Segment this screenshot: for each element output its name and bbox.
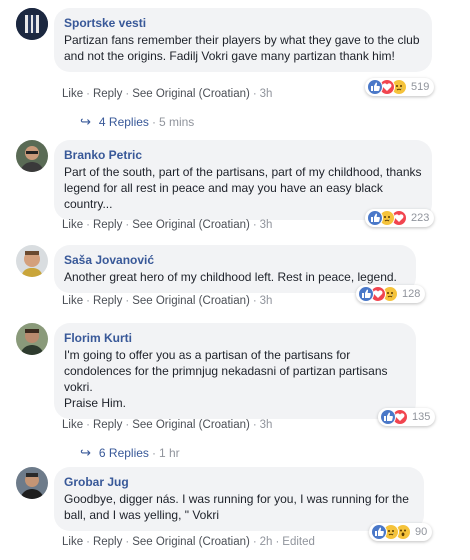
comment-timestamp[interactable]: 3h [260,295,273,307]
like-reaction-icon [380,409,396,425]
reply-arrow-icon: ↪ [80,114,91,129]
reply-link[interactable]: Reply [93,536,122,548]
comment-bubble: Sportske vesti Partizan fans remember th… [54,8,432,72]
separator: · [86,295,90,307]
like-link[interactable]: Like [62,295,83,307]
separator: · [125,88,130,100]
comment-text: Goodbye, digger nás. I was running for y… [64,492,409,522]
comment-actions: Like · Reply · See Original (Croatian) · 3h [62,418,272,432]
reply-link[interactable]: Reply [93,419,122,431]
separator: · [252,536,257,548]
replies-count[interactable]: 6 Replies [99,446,149,460]
edited-label[interactable]: Edited [282,536,315,548]
comment-author[interactable]: Grobar Jug [64,473,414,491]
comment-text: Partizan fans remember their players by … [64,33,420,63]
like-reaction-icon [367,79,383,95]
separator: · [86,536,90,548]
separator: · [86,88,90,100]
separator: · [252,295,257,307]
comment-bubble: Grobar Jug Goodbye, digger nás. I was ru… [54,467,424,531]
like-reaction-icon [367,210,383,226]
separator: · [275,536,280,548]
reply-link[interactable]: Reply [93,295,122,307]
comment-timestamp[interactable]: 3h [260,219,273,231]
comment-text: Part of the south, part of the partisans… [64,165,422,211]
avatar[interactable] [16,323,48,355]
see-original-link[interactable]: See Original (Croatian) [132,219,250,231]
comment-author[interactable]: Saša Jovanović [64,251,406,269]
comment-bubble: Florim Kurti I'm going to offer you as a… [54,323,416,419]
comment-timestamp[interactable]: 2h [260,536,273,548]
comment-text: I'm going to offer you as a partisan of … [64,348,388,410]
comment-actions: Like · Reply · See Original (Croatian) · 3h [62,87,272,101]
like-reaction-icon [358,286,374,302]
comment-actions: Like · Reply · See Original (Croatian) · 3h [62,218,272,232]
avatar[interactable] [16,8,48,40]
separator: · [86,419,90,431]
separator: · [125,419,130,431]
reaction-summary[interactable]: 223 [365,209,435,227]
reaction-summary[interactable]: 519 [365,78,435,96]
reaction-count: 128 [402,288,421,300]
replies-time: 5 mins [158,115,195,129]
comment-actions: Like · Reply · See Original (Croatian) · 3h [62,294,272,308]
comment-author[interactable]: Sportske vesti [64,14,422,32]
reaction-summary[interactable]: 128 [356,285,426,303]
reaction-count: 135 [412,411,431,423]
see-original-link[interactable]: See Original (Croatian) [132,295,250,307]
avatar[interactable] [16,140,48,172]
like-link[interactable]: Like [62,219,83,231]
comment-timestamp[interactable]: 3h [260,419,273,431]
reaction-count: 519 [411,81,430,93]
separator: · [125,295,130,307]
separator: · [86,219,90,231]
separator: · [252,219,257,231]
comment-author[interactable]: Branko Petric [64,146,422,164]
reaction-summary[interactable]: 135 [378,408,436,426]
reaction-count: 90 [415,526,428,538]
separator: · [125,219,130,231]
view-replies-link[interactable]: ↪ 4 Replies · 5 mins [80,114,194,130]
like-link[interactable]: Like [62,88,83,100]
separator: · [252,88,257,100]
separator: · [151,446,156,460]
like-reaction-icon [371,524,387,540]
view-replies-link[interactable]: ↪ 6 Replies · 1 hr [80,445,180,461]
reply-arrow-icon: ↪ [80,445,91,460]
comment-feed: Sportske vesti Partizan fans remember th… [0,0,470,560]
comment-text: Another great hero of my childhood left.… [64,270,397,284]
replies-time: 1 hr [158,446,180,460]
comment-bubble: Branko Petric Part of the south, part of… [54,140,432,220]
separator: · [125,536,130,548]
reaction-count: 223 [411,212,430,224]
separator: · [252,419,257,431]
see-original-link[interactable]: See Original (Croatian) [132,419,250,431]
replies-count[interactable]: 4 Replies [99,115,149,129]
like-link[interactable]: Like [62,419,83,431]
comment-author[interactable]: Florim Kurti [64,329,406,347]
avatar[interactable] [16,467,48,499]
reply-link[interactable]: Reply [93,88,122,100]
reaction-summary[interactable]: 90 [369,523,433,541]
see-original-link[interactable]: See Original (Croatian) [132,88,250,100]
avatar[interactable] [16,245,48,277]
see-original-link[interactable]: See Original (Croatian) [132,536,250,548]
reply-link[interactable]: Reply [93,219,122,231]
like-link[interactable]: Like [62,536,83,548]
separator: · [151,115,156,129]
comment-timestamp[interactable]: 3h [260,88,273,100]
comment-actions: Like · Reply · See Original (Croatian) · 2h · Ed… [62,535,315,549]
